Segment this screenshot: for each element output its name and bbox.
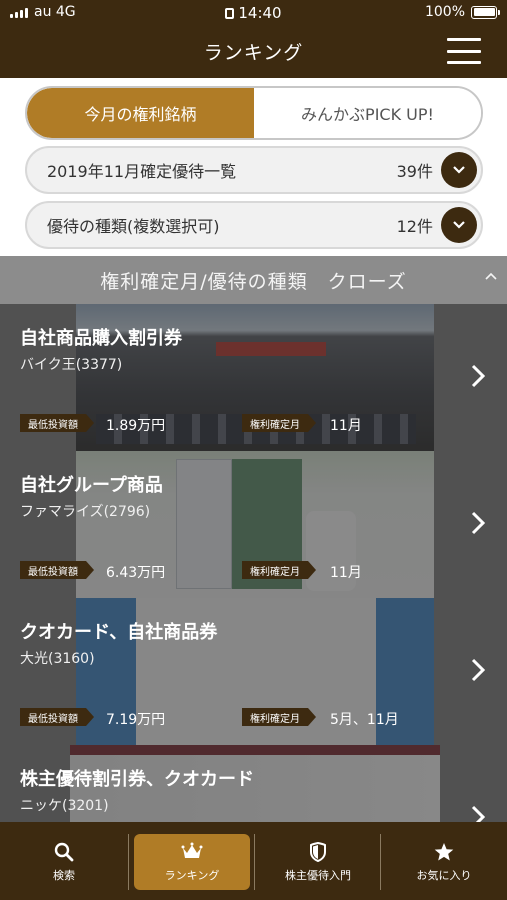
app-header: ランキング [0,26,507,78]
record-month-value: 5月、11月 [330,712,399,728]
nav-label: お気に入り [416,869,472,882]
month-filter-count: 39件 [396,162,433,181]
nav-label: 株主優待入門 [285,869,351,882]
list-item[interactable]: 自社商品購入割引券 バイク王(3377) 最低投資額 1.89万円 権利確定月 … [0,304,507,451]
min-invest-value: 6.43万円 [106,565,166,581]
nav-favorites[interactable]: お気に入り [386,834,502,890]
type-filter-label: 優待の種類(複数選択可) [47,217,220,236]
status-right: 100% [424,4,500,20]
tab-this-month[interactable]: 今月の権利銘柄 [27,88,254,138]
min-invest-value: 1.89万円 [106,418,166,434]
chevron-down-icon[interactable] [441,152,477,188]
status-bar: au 4G 14:40 100% [0,0,507,26]
chevron-right-icon [471,511,485,535]
card-title: 自社グループ商品 [20,475,163,496]
record-month-value: 11月 [330,418,362,434]
chevron-down-icon[interactable] [441,207,477,243]
chevron-right-icon [471,805,485,822]
min-invest-tag: 最低投資額 [20,708,94,726]
card-company: 大光(3160) [20,651,95,667]
card-company: ニッケ(3201) [20,798,109,814]
month-filter-dropdown[interactable]: 2019年11月確定優待一覧 39件 [25,146,483,194]
hamburger-menu-icon[interactable] [447,38,481,64]
nav-ranking[interactable]: ランキング [134,834,250,890]
record-month-tag: 権利確定月 [242,561,316,579]
card-title: 株主優待割引券、クオカード [20,769,254,790]
month-filter-label: 2019年11月確定優待一覧 [47,162,237,181]
nav-search[interactable]: 検索 [6,834,122,890]
filter-area: 今月の権利銘柄 みんかぶPICK UP! 2019年11月確定優待一覧 39件 … [0,78,507,256]
collapse-bar-label: 権利確定月/優待の種類 クローズ [100,270,407,293]
record-month-tag: 権利確定月 [242,708,316,726]
bottom-nav: 検索 ランキング 株主優待入門 お気に入り [0,822,507,900]
star-icon [434,843,454,861]
chevron-right-icon [471,364,485,388]
record-month-value: 11月 [330,565,362,581]
min-invest-tag: 最低投資額 [20,561,94,579]
nav-yutai-intro[interactable]: 株主優待入門 [260,834,376,890]
record-month-tag: 権利確定月 [242,414,316,432]
benefit-list: 自社商品購入割引券 バイク王(3377) 最低投資額 1.89万円 権利確定月 … [0,304,507,822]
type-filter-dropdown[interactable]: 優待の種類(複数選択可) 12件 [25,201,483,249]
card-title: クオカード、自社商品券 [20,622,218,643]
segment-tabs: 今月の権利銘柄 みんかぶPICK UP! [25,86,483,140]
battery-percent: 100% [424,4,465,20]
lock-icon [225,8,235,19]
card-company: バイク王(3377) [20,357,123,373]
list-item[interactable]: 自社グループ商品 ファマライズ(2796) 最低投資額 6.43万円 権利確定月… [0,451,507,598]
card-title: 自社商品購入割引券 [20,328,182,349]
shield-icon [310,841,326,863]
nav-label: ランキング [164,869,220,882]
min-invest-value: 7.19万円 [106,712,166,728]
page-title: ランキング [203,42,304,64]
list-item[interactable]: 株主優待割引券、クオカード ニッケ(3201) [0,745,507,822]
battery-icon [471,5,500,19]
filter-collapse-bar[interactable]: 権利確定月/優待の種類 クローズ [0,256,507,304]
chevron-up-icon [485,272,497,280]
search-icon [54,842,74,862]
nav-label: 検索 [53,869,75,882]
crown-icon [181,842,203,858]
type-filter-count: 12件 [396,217,433,236]
tab-pickup[interactable]: みんかぶPICK UP! [254,88,481,138]
min-invest-tag: 最低投資額 [20,414,94,432]
list-item[interactable]: クオカード、自社商品券 大光(3160) 最低投資額 7.19万円 権利確定月 … [0,598,507,745]
card-company: ファマライズ(2796) [20,504,151,520]
chevron-right-icon [471,658,485,682]
